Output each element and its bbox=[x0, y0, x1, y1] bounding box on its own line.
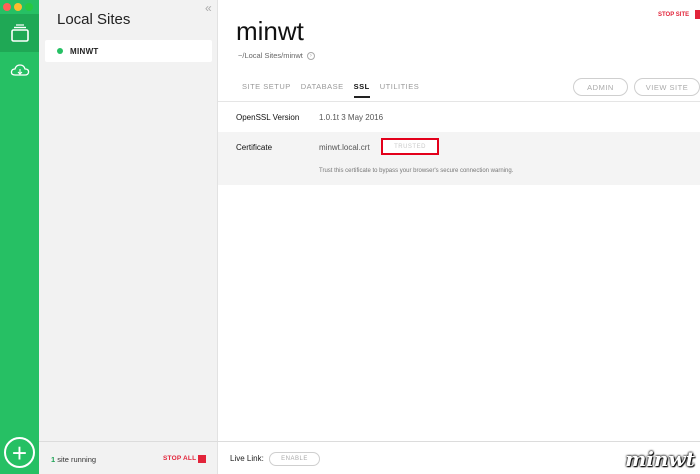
stop-site-button[interactable]: STOP SITE bbox=[658, 12, 689, 18]
watermark-logo: minwt bbox=[625, 447, 695, 471]
tab-database[interactable]: DATABASE bbox=[301, 82, 344, 98]
site-path[interactable]: ~/Local Sites/minwt › bbox=[238, 51, 315, 61]
site-detail-panel: STOP SITE minwt ~/Local Sites/minwt › SI… bbox=[218, 0, 700, 474]
site-tabs: SITE SETUP DATABASE SSL UTILITIES bbox=[242, 82, 429, 98]
trust-certificate-button[interactable]: TRUSTED bbox=[381, 138, 439, 155]
sites-panel: « Local Sites MINWT 1 site running STOP … bbox=[39, 0, 218, 474]
enable-live-link-button[interactable]: ENABLE bbox=[269, 452, 320, 466]
openssl-label: OpenSSL Version bbox=[236, 113, 300, 122]
site-running-status-icon bbox=[57, 48, 63, 54]
site-list-item-minwt[interactable]: MINWT bbox=[45, 40, 212, 62]
certificate-hint: Trust this certificate to bypass your br… bbox=[319, 168, 514, 174]
rail-connect-button[interactable] bbox=[0, 56, 39, 86]
cloud-icon bbox=[10, 64, 29, 76]
sites-panel-title: Local Sites bbox=[57, 11, 131, 28]
tab-ssl[interactable]: SSL bbox=[353, 82, 370, 98]
view-site-button[interactable]: VIEW SITE bbox=[634, 78, 700, 96]
admin-button[interactable]: ADMIN bbox=[573, 78, 628, 96]
certificate-row: Certificate minwt.local.crt TRUSTED Trus… bbox=[218, 132, 700, 185]
left-rail: + bbox=[0, 0, 39, 474]
collapse-sidebar-icon[interactable]: « bbox=[205, 1, 212, 15]
zoom-window-button[interactable] bbox=[25, 3, 33, 11]
stop-all-icon[interactable] bbox=[198, 455, 206, 463]
site-path-text: ~/Local Sites/minwt bbox=[238, 51, 303, 60]
close-window-button[interactable] bbox=[3, 3, 11, 11]
sites-icon bbox=[10, 24, 29, 42]
plus-icon: + bbox=[11, 437, 28, 468]
tab-utilities[interactable]: UTILITIES bbox=[380, 82, 420, 98]
reveal-folder-icon[interactable]: › bbox=[306, 52, 315, 61]
main-footer: Live Link: ENABLE minwt bbox=[218, 441, 700, 474]
stop-site-icon[interactable] bbox=[695, 10, 700, 19]
sites-panel-footer: 1 site running STOP ALL bbox=[39, 441, 218, 474]
site-title: minwt bbox=[236, 16, 304, 46]
running-sites-count: 1 site running bbox=[51, 455, 96, 464]
tab-site-setup[interactable]: SITE SETUP bbox=[242, 82, 291, 98]
add-site-button[interactable]: + bbox=[4, 437, 35, 468]
stop-all-button[interactable]: STOP ALL bbox=[163, 455, 196, 462]
live-link-label: Live Link: bbox=[230, 454, 264, 463]
openssl-value: 1.0.1t 3 May 2016 bbox=[319, 113, 384, 122]
window-controls bbox=[3, 3, 33, 11]
certificate-filename[interactable]: minwt.local.crt bbox=[319, 143, 370, 152]
openssl-row: OpenSSL Version 1.0.1t 3 May 2016 bbox=[218, 102, 700, 132]
minimize-window-button[interactable] bbox=[14, 3, 22, 11]
rail-sites-button[interactable] bbox=[0, 14, 39, 52]
running-count-text: site running bbox=[55, 455, 97, 464]
local-app-window: + « Local Sites MINWT 1 site running STO… bbox=[0, 0, 700, 474]
site-list-item-label: MINWT bbox=[70, 46, 99, 56]
certificate-label: Certificate bbox=[236, 143, 273, 152]
